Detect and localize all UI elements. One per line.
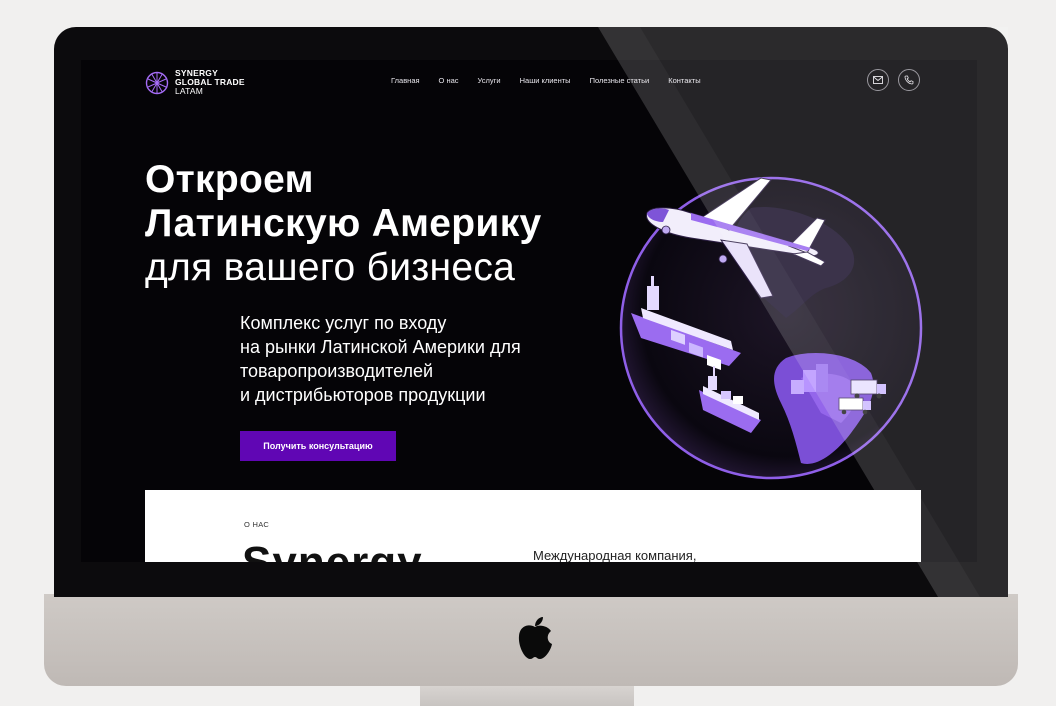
globe-trade-illustration [619,176,923,480]
monitor-stand [420,684,634,706]
hero-title: Откроем Латинскую Америку для вашего биз… [145,158,542,290]
about-heading: Synergy [242,538,423,562]
logo-globe-icon [145,71,169,94]
main-nav: Главная О нас Услуги Наши клиенты Полезн… [391,76,701,85]
hero-subtitle: Комплекс услуг по входу на рынки Латинск… [240,311,570,407]
hero-subtitle-line: на рынки Латинской Америки для [240,337,521,357]
about-section: О НАС Synergy Международная компания, [145,490,921,562]
hero-title-line-3: для вашего бизнеса [145,246,516,289]
mail-button[interactable] [867,69,889,91]
hero-title-line-1: Откроем [145,158,314,201]
logo-line-3: LATAM [175,86,204,96]
hero-subtitle-line: и дистрибьюторов продукции [240,385,486,405]
nav-about[interactable]: О нас [439,76,459,85]
hero-subtitle-line: Комплекс услуг по входу [240,313,447,333]
nav-services[interactable]: Услуги [478,76,501,85]
nav-home[interactable]: Главная [391,76,420,85]
website-screen: SYNERGY GLOBAL TRADE LATAM Главная О нас… [81,60,977,562]
about-label: О НАС [244,520,270,529]
nav-contacts[interactable]: Контакты [668,76,700,85]
site-logo[interactable]: SYNERGY GLOBAL TRADE LATAM [145,69,245,96]
get-consultation-button[interactable]: Получить консультацию [240,431,396,461]
hero-title-line-2: Латинскую Америку [145,202,542,245]
nav-articles[interactable]: Полезные статьи [590,76,650,85]
about-description: Международная компания, [533,548,697,562]
phone-icon [904,75,914,85]
nav-clients[interactable]: Наши клиенты [520,76,571,85]
hero-subtitle-line: товаропроизводителей [240,361,434,381]
mail-icon [873,76,883,84]
apple-logo-icon [518,617,552,659]
phone-button[interactable] [898,69,920,91]
